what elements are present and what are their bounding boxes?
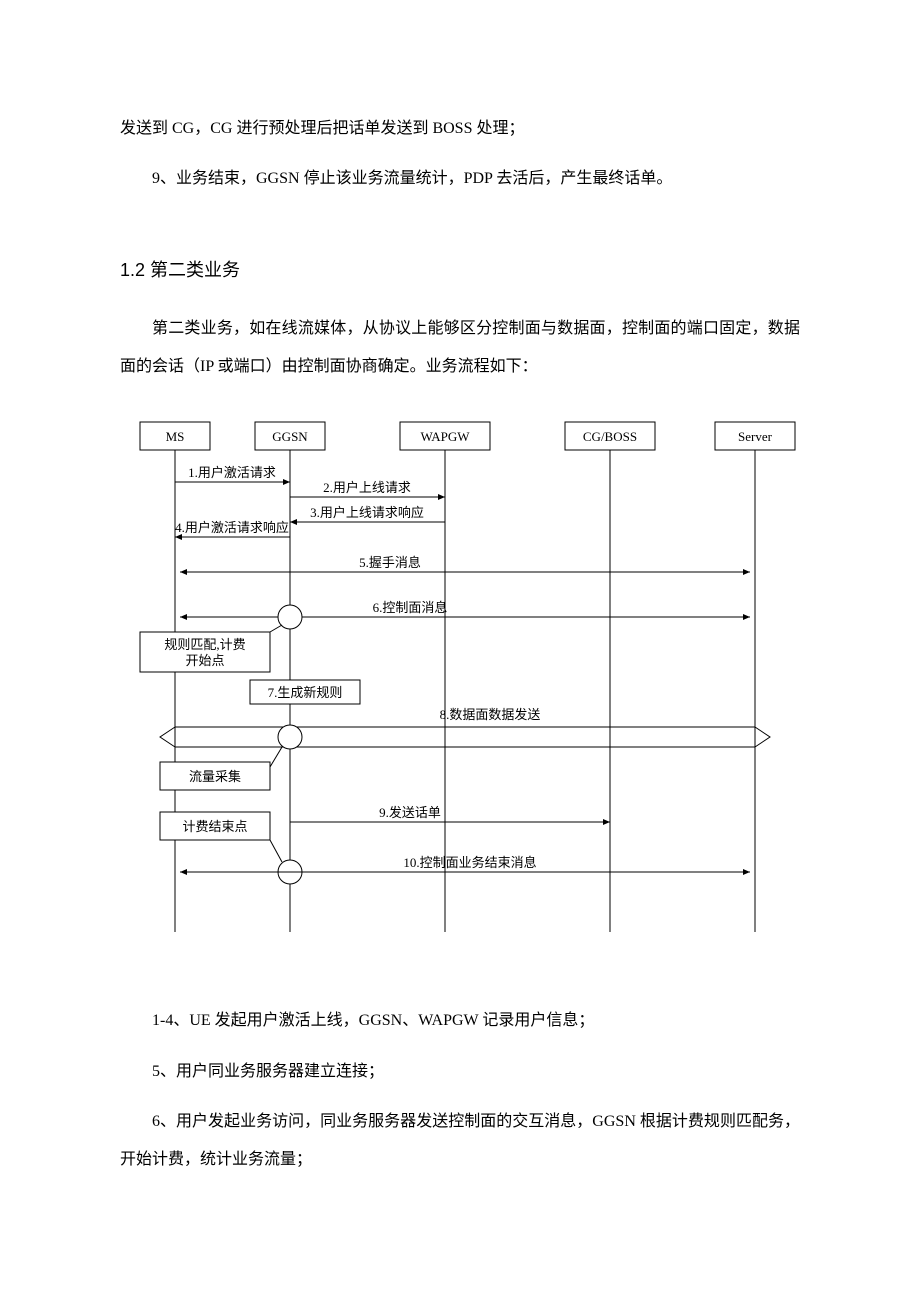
paragraph-2: 9、业务结束，GGSN 停止该业务流量统计，PDP 去活后，产生最终话单。	[120, 160, 800, 198]
section-heading: 1.2 第二类业务	[120, 249, 800, 292]
actor-wapgw: WAPGW	[420, 429, 470, 444]
msg-5: 5.握手消息	[359, 555, 421, 570]
actor-ggsn: GGSN	[272, 429, 308, 444]
paragraph-6: 6、用户发起业务访问，同业务服务器发送控制面的交互消息，GGSN 根据计费规则匹…	[120, 1103, 800, 1180]
actor-ms: MS	[166, 429, 185, 444]
paragraph-4: 1-4、UE 发起用户激活上线，GGSN、WAPGW 记录用户信息；	[120, 1002, 800, 1040]
msg-9: 9.发送话单	[379, 805, 441, 820]
note-billing-end: 计费结束点	[182, 819, 247, 834]
sequence-diagram: MS GGSN WAPGW CG/BOSS Server 1.用户激活请求 2.…	[120, 417, 800, 952]
msg-4: 4.用户激活请求响应	[175, 520, 289, 535]
note-rule-match-line2: 开始点	[185, 653, 224, 668]
note-rule-match-line1: 规则匹配,计费	[164, 637, 245, 652]
msg-6: 6.控制面消息	[373, 600, 448, 615]
msg-10: 10.控制面业务结束消息	[403, 855, 536, 870]
actor-cgboss: CG/BOSS	[583, 429, 637, 444]
paragraph-5: 5、用户同业务服务器建立连接；	[120, 1053, 800, 1091]
paragraph-3: 第二类业务，如在线流媒体，从协议上能够区分控制面与数据面，控制面的端口固定，数据…	[120, 310, 800, 387]
msg-8: 8.数据面数据发送	[440, 707, 541, 722]
actor-server: Server	[738, 429, 773, 444]
msg-7: 7.生成新规则	[268, 685, 343, 700]
msg-1: 1.用户激活请求	[188, 465, 276, 480]
paragraph-1: 发送到 CG，CG 进行预处理后把话单发送到 BOSS 处理；	[120, 110, 800, 148]
note-flow-collect: 流量采集	[189, 769, 241, 784]
msg-3: 3.用户上线请求响应	[310, 505, 424, 520]
msg-2: 2.用户上线请求	[323, 480, 411, 495]
